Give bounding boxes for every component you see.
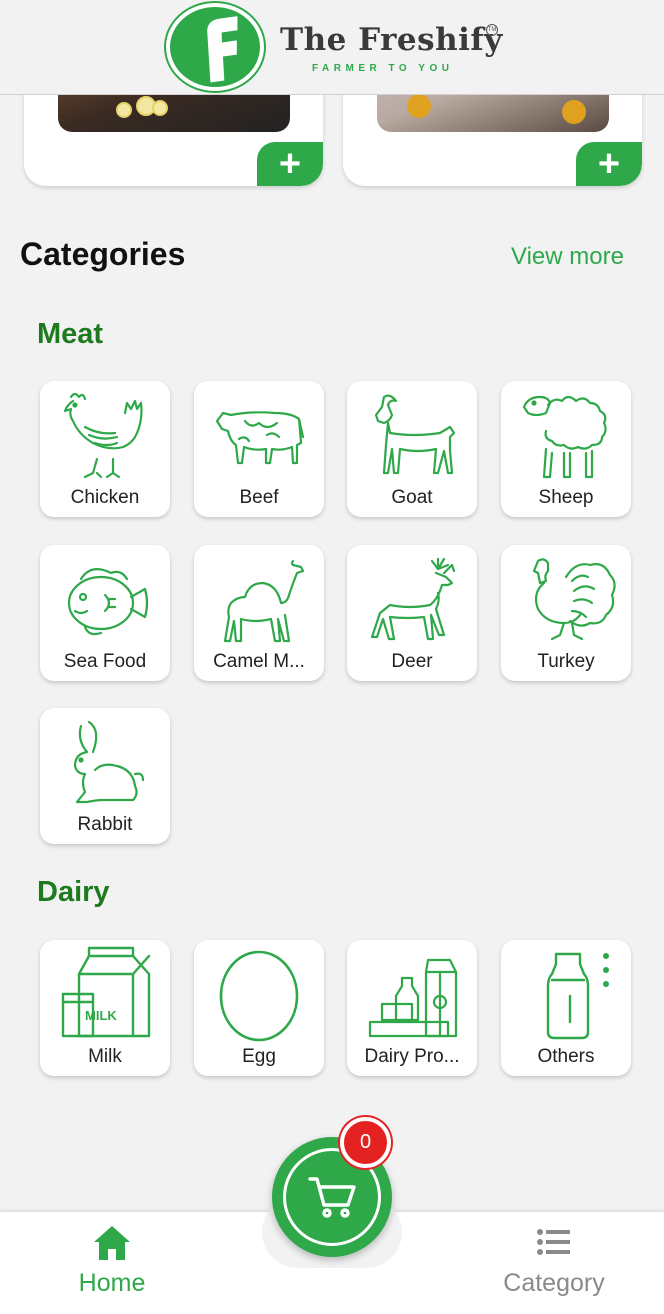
add-to-cart-button[interactable]: + <box>257 142 323 186</box>
categories-title: Categories <box>20 236 186 272</box>
cow-icon <box>215 411 305 465</box>
nav-category-label: Category <box>503 1269 605 1297</box>
category-tile-chicken[interactable]: Chicken <box>40 381 170 517</box>
category-tile-milk[interactable]: MILK Milk <box>40 940 170 1076</box>
category-label: Rabbit <box>77 814 133 835</box>
category-label: Turkey <box>537 651 595 672</box>
svg-text:MILK: MILK <box>85 1008 117 1023</box>
category-label: Milk <box>88 1046 122 1067</box>
fish-icon <box>67 568 149 636</box>
group-title-meat: Meat <box>37 318 104 350</box>
category-label: Goat <box>391 487 433 508</box>
sheep-icon <box>522 395 607 479</box>
category-tile-turkey[interactable]: Turkey <box>501 545 631 681</box>
category-tile-camel-meat[interactable]: Camel M... <box>194 545 324 681</box>
nav-home-label: Home <box>78 1269 146 1297</box>
view-more-link[interactable]: View more <box>511 243 624 271</box>
category-tile-deer[interactable]: Deer <box>347 545 477 681</box>
category-tile-egg[interactable]: Egg <box>194 940 324 1076</box>
chicken-icon <box>63 392 143 479</box>
category-label: Egg <box>242 1046 276 1067</box>
category-label: Deer <box>391 651 433 672</box>
deer-icon <box>370 557 456 641</box>
category-tile-dairy-products[interactable]: Dairy Pro... <box>347 940 477 1076</box>
brand-tagline: FARMER TO YOU <box>312 63 454 74</box>
brand-name: The Freshify <box>280 22 503 58</box>
add-to-cart-button[interactable]: + <box>576 142 642 186</box>
cart-count-badge: 0 <box>340 1117 391 1168</box>
list-icon <box>537 1229 570 1255</box>
category-tile-rabbit[interactable]: Rabbit <box>40 708 170 844</box>
cart-icon <box>308 1177 356 1218</box>
home-icon <box>94 1226 130 1260</box>
camel-icon <box>223 559 305 643</box>
rabbit-icon <box>73 720 145 804</box>
category-label: Beef <box>239 487 279 508</box>
app-header: The Freshify TM FARMER TO YOU <box>0 0 664 95</box>
category-label: Dairy Pro... <box>364 1046 460 1067</box>
nav-home[interactable]: Home <box>60 1224 164 1304</box>
turkey-icon <box>532 558 616 641</box>
category-label: Chicken <box>70 487 140 508</box>
dairy-products-icon <box>368 958 458 1038</box>
goat-icon <box>374 394 456 475</box>
category-tile-goat[interactable]: Goat <box>347 381 477 517</box>
milk-carton-icon: MILK <box>61 946 151 1038</box>
egg-icon <box>219 950 299 1042</box>
category-tile-sea-food[interactable]: Sea Food <box>40 545 170 681</box>
category-tile-others[interactable]: Others <box>501 940 631 1076</box>
category-label: Sea Food <box>63 651 147 672</box>
category-label: Sheep <box>538 487 594 508</box>
category-label: Others <box>537 1046 595 1067</box>
trademark-mark: TM <box>486 24 498 36</box>
category-tile-beef[interactable]: Beef <box>194 381 324 517</box>
category-tile-sheep[interactable]: Sheep <box>501 381 631 517</box>
freshify-logo <box>166 3 264 91</box>
category-label: Camel M... <box>213 651 305 672</box>
group-title-dairy: Dairy <box>37 876 110 908</box>
nav-category[interactable]: Category <box>495 1224 613 1304</box>
bottle-icon <box>546 952 609 1040</box>
